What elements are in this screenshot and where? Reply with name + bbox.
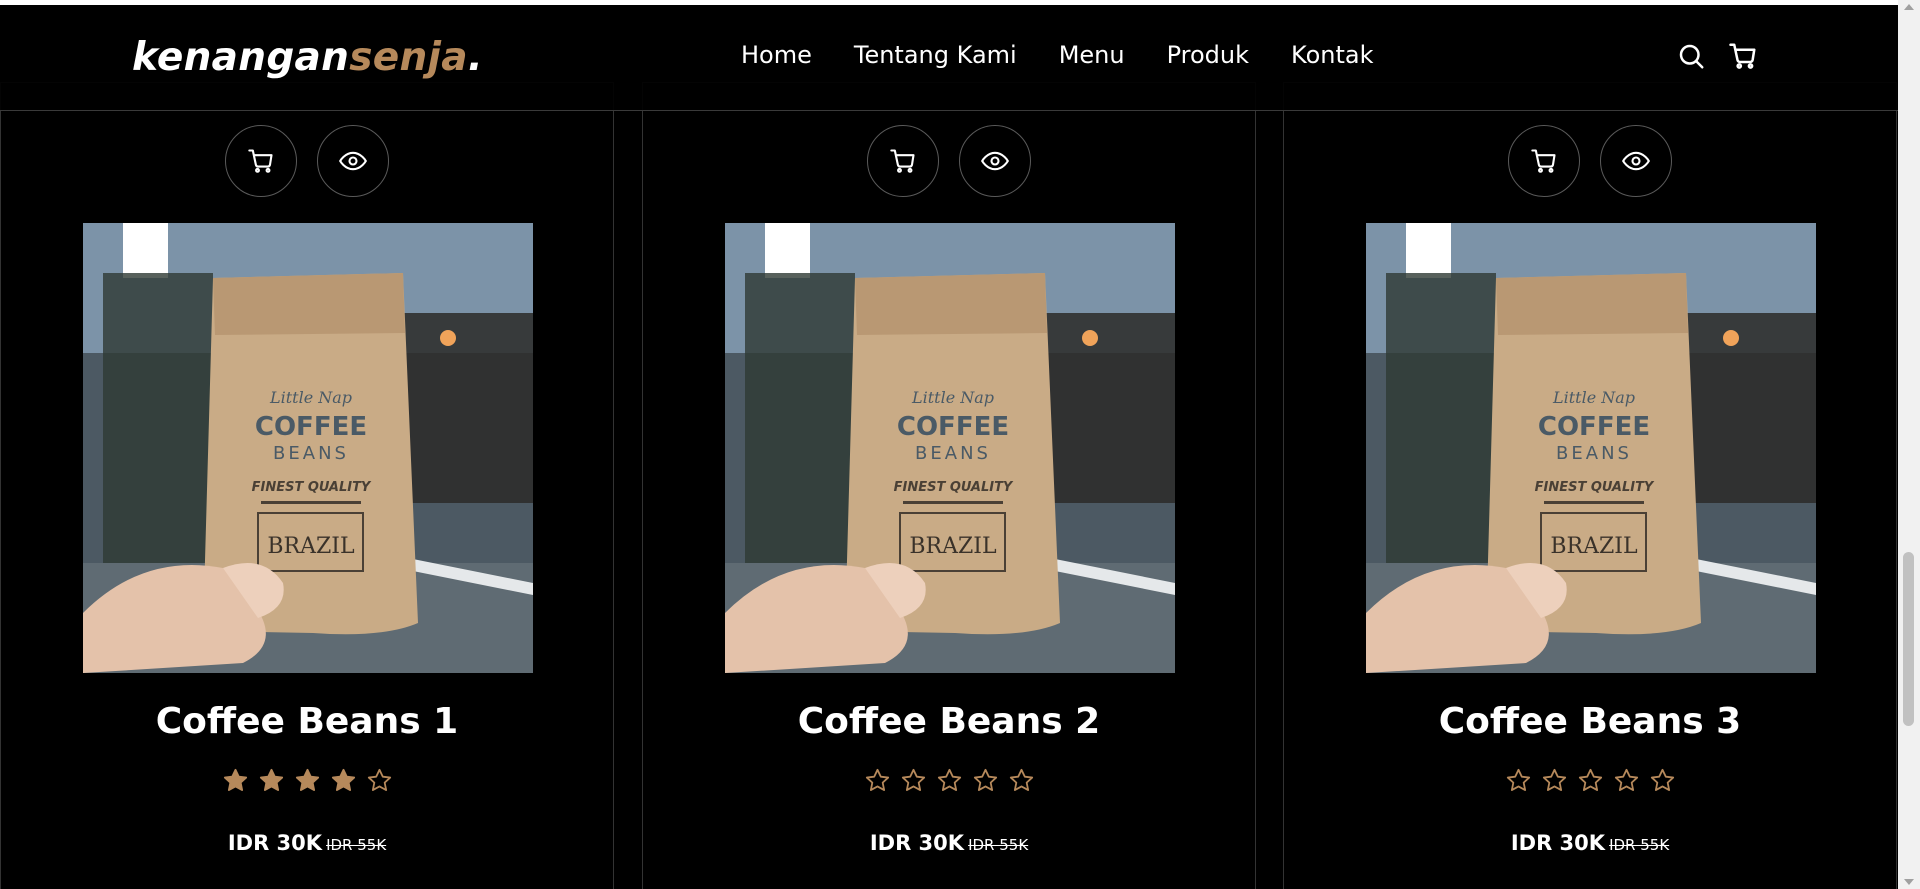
star-filled-icon [331,768,355,791]
add-to-cart-icon [890,149,915,173]
card-actions [1284,125,1896,197]
price: IDR 30K IDR 55K [643,831,1255,855]
original-price: IDR 55K [1609,836,1670,854]
star-empty-icon [901,768,925,791]
svg-text:COFFEE: COFFEE [255,412,367,442]
svg-text:BRAZIL: BRAZIL [267,534,355,559]
card-actions [1,125,613,197]
view-details-icon [1622,151,1650,171]
coffee-bag-photo: Little Nap COFFEE BEANS FINEST QUALITY B… [725,223,1175,673]
svg-text:FINEST QUALITY: FINEST QUALITY [894,480,1014,495]
current-price: IDR 30K [1510,831,1606,855]
coffee-bag-photo: Little Nap COFFEE BEANS FINEST QUALITY B… [1366,223,1816,673]
product-image[interactable]: Little Nap COFFEE BEANS FINEST QUALITY B… [1366,223,1816,673]
star-filled-icon [259,768,283,791]
star-empty-icon [1009,768,1033,791]
scroll-up-arrow-icon[interactable] [1904,4,1914,10]
rating-stars [643,767,1255,794]
rating-stars [1,767,613,794]
brand-part-1: kenangan [132,35,350,80]
nav-link-home[interactable]: Home [741,41,812,69]
product-title[interactable]: Coffee Beans 2 [643,701,1255,742]
view-details-icon [981,151,1009,171]
star-empty-icon [937,768,961,791]
star-empty-icon [1578,768,1602,791]
scroll-thumb[interactable] [1903,552,1914,726]
svg-text:Little Nap: Little Nap [1552,388,1635,407]
product-image[interactable]: Little Nap COFFEE BEANS FINEST QUALITY B… [725,223,1175,673]
current-price: IDR 30K [227,831,323,855]
add-to-cart-button[interactable] [225,125,297,197]
main-nav: Home Tentang Kami Menu Produk Kontak [741,41,1373,69]
star-empty-icon [367,768,391,791]
brand-part-2: senja [349,35,468,80]
view-details-icon [339,151,367,171]
original-price: IDR 55K [326,836,387,854]
svg-text:BRAZIL: BRAZIL [909,534,997,559]
svg-text:BEANS: BEANS [273,443,349,464]
product-title[interactable]: Coffee Beans 1 [1,701,613,742]
svg-text:BEANS: BEANS [915,443,991,464]
svg-text:BEANS: BEANS [1556,443,1632,464]
svg-text:FINEST QUALITY: FINEST QUALITY [1535,480,1655,495]
add-to-cart-button[interactable] [867,125,939,197]
current-price: IDR 30K [869,831,965,855]
page-scrollbar[interactable] [1898,0,1920,889]
product-card: Little Nap COFFEE BEANS FINEST QUALITY B… [1283,82,1897,889]
price: IDR 30K IDR 55K [1,831,613,855]
coffee-bag-photo: Little Nap COFFEE BEANS FINEST QUALITY B… [83,223,533,673]
star-empty-icon [865,768,889,791]
star-empty-icon [1650,768,1674,791]
shopping-cart-icon[interactable] [1728,41,1758,71]
product-card: Little Nap COFFEE BEANS FINEST QUALITY B… [642,82,1256,889]
svg-text:BRAZIL: BRAZIL [1550,534,1638,559]
product-title[interactable]: Coffee Beans 3 [1284,701,1896,742]
star-empty-icon [1614,768,1638,791]
nav-link-menu[interactable]: Menu [1059,41,1125,69]
nav-link-produk[interactable]: Produk [1167,41,1249,69]
rating-stars [1284,767,1896,794]
svg-text:COFFEE: COFFEE [1538,412,1650,442]
add-to-cart-icon [1531,149,1556,173]
view-details-button[interactable] [1600,125,1672,197]
star-empty-icon [1506,768,1530,791]
product-image[interactable]: Little Nap COFFEE BEANS FINEST QUALITY B… [83,223,533,673]
nav-link-kontak[interactable]: Kontak [1291,41,1373,69]
price: IDR 30K IDR 55K [1284,831,1896,855]
svg-text:COFFEE: COFFEE [897,412,1009,442]
view-details-button[interactable] [317,125,389,197]
brand-part-3: . [467,35,483,80]
original-price: IDR 55K [968,836,1029,854]
svg-text:Little Nap: Little Nap [911,388,994,407]
product-grid: Little Nap COFFEE BEANS FINEST QUALITY B… [0,82,1898,889]
star-empty-icon [973,768,997,791]
brand-logo[interactable]: kenangansenja. [132,35,483,80]
svg-text:FINEST QUALITY: FINEST QUALITY [252,480,372,495]
scroll-down-arrow-icon[interactable] [1904,879,1914,885]
star-empty-icon [1542,768,1566,791]
view-details-button[interactable] [959,125,1031,197]
add-to-cart-icon [248,149,273,173]
product-card: Little Nap COFFEE BEANS FINEST QUALITY B… [0,82,614,889]
card-actions [643,125,1255,197]
navbar: kenangansenja. Home Tentang Kami Menu Pr… [0,5,1898,111]
search-icon[interactable] [1676,41,1706,71]
add-to-cart-button[interactable] [1508,125,1580,197]
nav-link-tentang-kami[interactable]: Tentang Kami [854,41,1017,69]
nav-icons [1676,41,1758,71]
star-filled-icon [223,768,247,791]
svg-text:Little Nap: Little Nap [269,388,352,407]
star-filled-icon [295,768,319,791]
